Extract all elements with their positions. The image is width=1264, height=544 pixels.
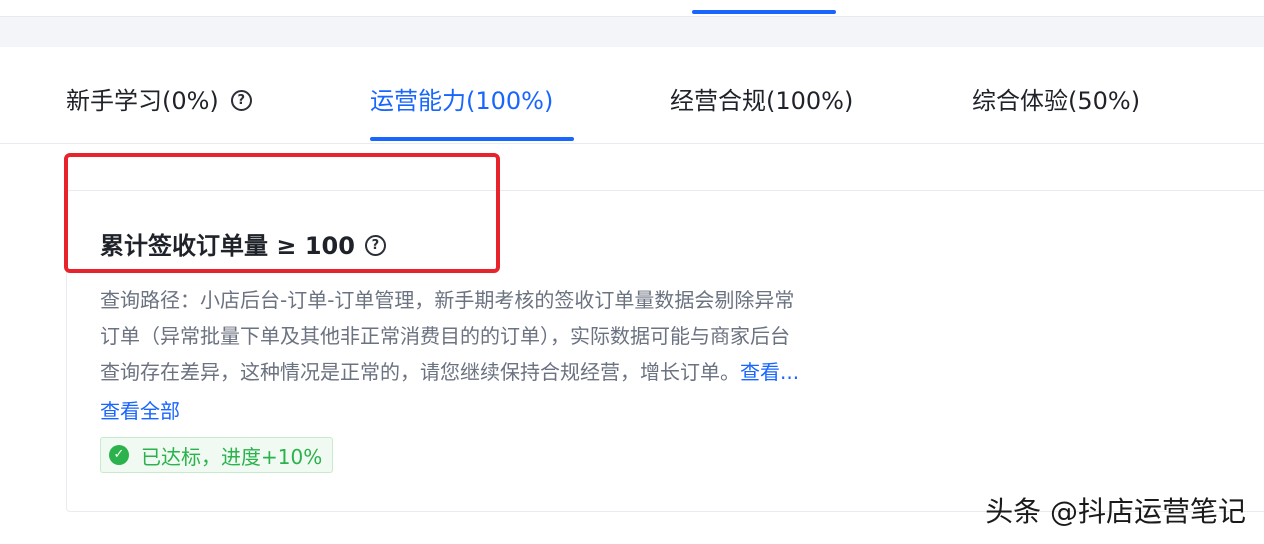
top-nav-gray-band (0, 17, 1264, 47)
description-line: 订单（异常批量下单及其他非正常消费目的的订单），实际数据可能与商家后台 (100, 324, 790, 348)
tab-business-compliance[interactable]: 经营合规(100%) (670, 85, 853, 117)
card-title-text: 累计签收订单量 ≥ 100 (100, 232, 355, 260)
check-circle-icon: ✓ (109, 445, 129, 465)
question-circle-icon[interactable]: ? (230, 89, 252, 111)
description-line-text: 查询存在差异，这种情况是正常的，请您继续保持合规经营，增长订单。 (100, 360, 740, 384)
description-line: 查询路径：小店后台-订单-订单管理，新手期考核的签收订单量数据会剔除异常 (100, 288, 795, 312)
page: 新手学习(0%)? 运营能力(100%) 经营合规(100%) 综合体验(50%… (0, 0, 1264, 544)
tab-overall-experience[interactable]: 综合体验(50%) (972, 85, 1140, 117)
view-more-link[interactable]: 查看... (740, 360, 799, 384)
watermark: 头条 @抖店运营笔记 (985, 495, 1246, 528)
top-nav-active-indicator (692, 10, 836, 14)
tab-newbie-learning[interactable]: 新手学习(0%)? (66, 85, 252, 117)
top-nav-strip (0, 0, 1264, 17)
card-description: 查询路径：小店后台-订单-订单管理，新手期考核的签收订单量数据会剔除异常 订单（… (100, 282, 950, 390)
tab-label: 经营合规(100%) (670, 87, 854, 115)
tab-operation-ability[interactable]: 运营能力(100%) (370, 85, 553, 117)
card-title: 累计签收订单量 ≥ 100? (100, 229, 386, 263)
active-tab-underline (370, 137, 574, 141)
question-circle-icon[interactable]: ? (364, 234, 386, 256)
tab-label: 运营能力(100%) (370, 87, 554, 115)
tab-label: 综合体验(50%) (972, 87, 1141, 115)
tab-bar: 新手学习(0%)? 运营能力(100%) 经营合规(100%) 综合体验(50%… (0, 47, 1264, 144)
status-badge: ✓ 已达标，进度+10% (100, 437, 334, 473)
description-line: 查询存在差异，这种情况是正常的，请您继续保持合规经营，增长订单。查看... (100, 354, 950, 390)
status-text: 已达标，进度+10% (141, 444, 323, 469)
tab-label: 新手学习(0%) (66, 87, 219, 115)
view-all-link[interactable]: 查看全部 (100, 394, 180, 428)
